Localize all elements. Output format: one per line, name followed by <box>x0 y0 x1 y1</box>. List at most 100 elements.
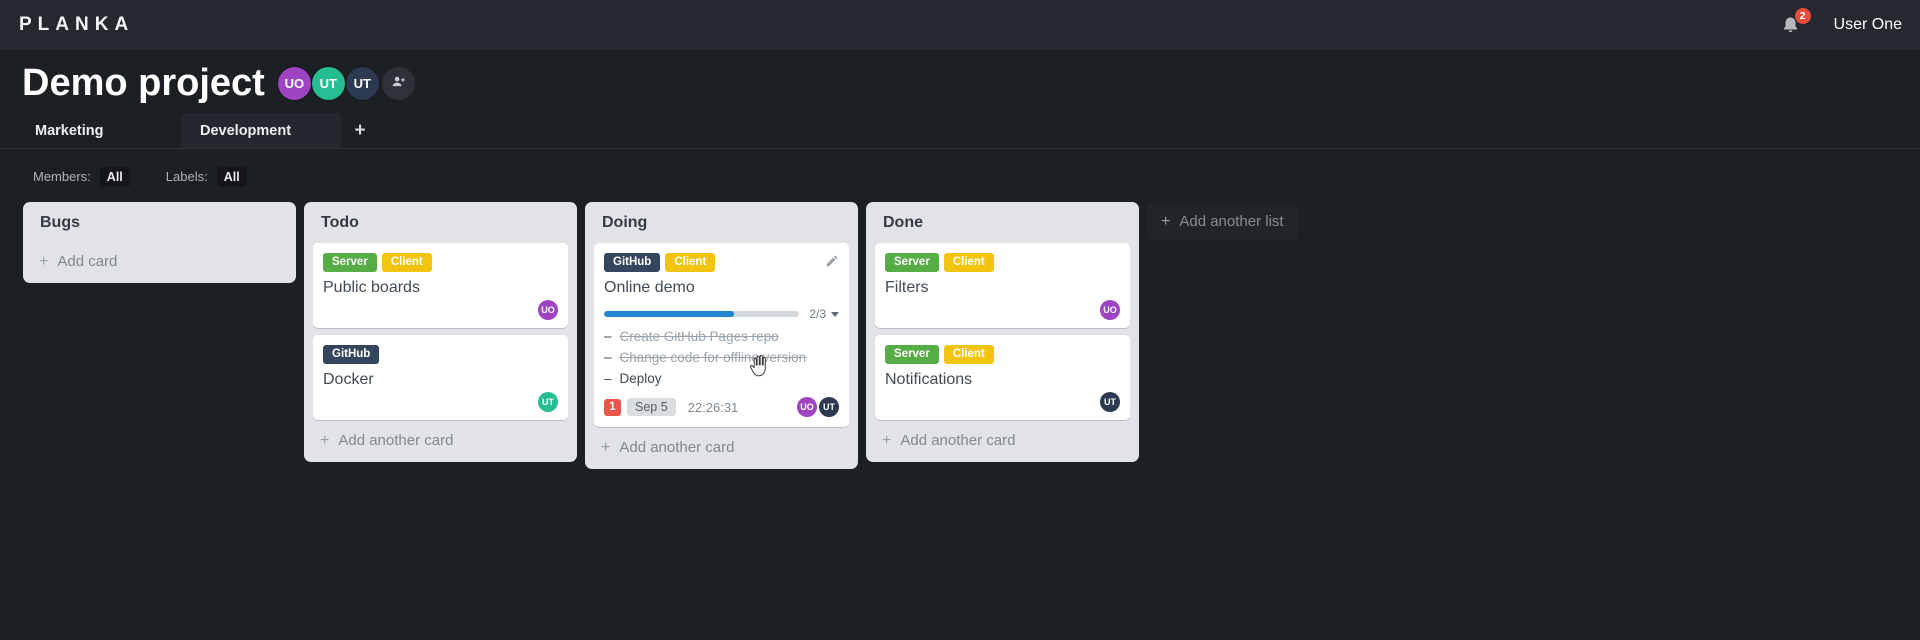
list-title[interactable]: Bugs <box>32 211 287 243</box>
add-card-button[interactable]: + Add another card <box>594 427 849 458</box>
task-list: Create GitHub Pages repoChange code for … <box>604 326 839 389</box>
member-avatar-ut[interactable]: UT <box>819 397 839 417</box>
label-server: Server <box>323 253 377 272</box>
person-add-icon <box>390 73 407 95</box>
topbar-right: 2 User One <box>1780 7 1902 37</box>
project-members: UO UT UT <box>277 67 379 100</box>
card-badges: 1 Sep 5 22:26:31 UO UT <box>604 397 839 419</box>
add-list-label: Add another list <box>1179 213 1284 230</box>
card-members: UO <box>885 300 1120 320</box>
list-title[interactable]: Todo <box>313 211 568 243</box>
card-labels: Server Client <box>885 252 1120 272</box>
list-bugs: Bugs + Add card <box>23 202 296 283</box>
list-todo: Todo Server Client Public boards UO GitHub Doc… <box>304 202 577 462</box>
labels-filter-value[interactable]: All <box>216 167 247 187</box>
tab-marketing[interactable]: Marketing <box>21 113 181 148</box>
add-member-button[interactable] <box>381 67 415 100</box>
member-avatar-uo[interactable]: UO <box>1100 300 1120 320</box>
member-avatar-ut[interactable]: UT <box>345 67 379 100</box>
add-board-button[interactable]: + <box>341 113 379 148</box>
card-labels: GitHub <box>323 344 558 364</box>
project-title[interactable]: Demo project <box>22 63 265 104</box>
card-labels: Server Client <box>323 252 558 272</box>
card-members: UO UT <box>797 397 839 417</box>
filter-bar: Members: All Labels: All <box>33 167 1920 187</box>
member-avatar-uo[interactable]: UO <box>538 300 558 320</box>
members-filter: Members: All <box>33 167 130 187</box>
member-avatar-ut[interactable]: UT <box>538 392 558 412</box>
card-notifications[interactable]: Server Client Notifications UT <box>875 335 1130 420</box>
card-labels: Server Client <box>885 344 1120 364</box>
labels-filter: Labels: All <box>165 167 247 187</box>
card-notification-badge: 1 <box>604 398 621 416</box>
tab-label: Development <box>200 122 292 139</box>
tasks-progress: 2/3 <box>604 307 839 321</box>
card-online-demo[interactable]: GitHubClient Online demo 2/3 Create GitHub … <box>594 243 849 427</box>
add-card-label: Add another card <box>338 432 454 449</box>
card-title: Notifications <box>885 371 973 388</box>
member-avatar-ut[interactable]: UT <box>311 67 345 100</box>
cards-container: Server Client Public boards UO GitHub Docker U… <box>313 243 568 420</box>
list-title[interactable]: Done <box>875 211 1130 243</box>
progress-fill <box>604 311 735 317</box>
card-title: Docker <box>323 371 374 388</box>
card-members: UT <box>885 392 1120 412</box>
add-card-label: Add another card <box>900 432 1016 449</box>
member-avatar-uo[interactable]: UO <box>797 397 817 417</box>
plus-icon: + <box>39 252 49 270</box>
task-item: Create GitHub Pages repo <box>604 326 839 347</box>
plus-icon: + <box>882 431 892 449</box>
card-public-boards[interactable]: Server Client Public boards UO <box>313 243 568 328</box>
notifications-button[interactable]: 2 <box>1780 7 1811 37</box>
task-item: Change code for offline version <box>604 347 839 368</box>
tasks-summary[interactable]: 2/3 <box>809 307 839 321</box>
plus-icon: + <box>601 438 611 456</box>
edit-card-button[interactable] <box>825 254 839 268</box>
card-docker[interactable]: GitHub Docker UT <box>313 335 568 420</box>
board: Bugs + Add card Todo Server Client Public boar… <box>0 202 1920 469</box>
add-list-button[interactable]: + Add another list <box>1147 203 1298 240</box>
plus-icon: + <box>320 431 330 449</box>
add-card-label: Add another card <box>619 439 735 456</box>
cards-container: GitHubClient Online demo 2/3 Create GitHub … <box>594 243 849 427</box>
tab-label: Marketing <box>35 122 104 139</box>
task-item: Deploy <box>604 368 839 389</box>
members-filter-value[interactable]: All <box>99 167 130 187</box>
label-github: GitHub <box>604 253 661 272</box>
labels-filter-label: Labels: <box>165 169 208 184</box>
topbar: PLANKA 2 User One <box>0 0 1920 50</box>
stopwatch-badge[interactable]: 22:26:31 <box>688 400 739 415</box>
tab-development[interactable]: Development <box>181 113 341 148</box>
member-avatar-ut[interactable]: UT <box>1100 392 1120 412</box>
label-client: Client <box>943 345 994 364</box>
list-done: Done Server Client Filters UO Server Client Not… <box>866 202 1139 462</box>
card-members: UO <box>323 300 558 320</box>
card-members: UT <box>323 392 558 412</box>
card-title: Filters <box>885 279 929 296</box>
label-client: Client <box>665 253 716 272</box>
label-client: Client <box>381 253 432 272</box>
list-title[interactable]: Doing <box>594 211 849 243</box>
card-labels: GitHub Client <box>604 252 839 272</box>
plus-icon: + <box>1161 212 1171 230</box>
cards-container: Server Client Filters UO Server Client Notific… <box>875 243 1130 420</box>
card-title: Online demo <box>604 279 695 296</box>
progress-bar <box>604 311 800 317</box>
pencil-icon <box>825 255 839 272</box>
due-date-badge[interactable]: Sep 5 <box>627 398 676 416</box>
list-doing: Doing GitHubClient Online demo 2/3 Create Gi… <box>585 202 858 469</box>
planka-logo[interactable]: PLANKA <box>19 14 134 36</box>
label-client: Client <box>943 253 994 272</box>
label-server: Server <box>885 253 939 272</box>
members-filter-label: Members: <box>33 169 91 184</box>
card-filters[interactable]: Server Client Filters UO <box>875 243 1130 328</box>
user-menu[interactable]: User One <box>1834 16 1902 34</box>
card-title: Public boards <box>323 279 420 296</box>
tasks-count: 2/3 <box>809 307 826 321</box>
chevron-down-icon <box>831 311 839 317</box>
add-card-button[interactable]: + Add another card <box>313 420 568 451</box>
member-avatar-uo[interactable]: UO <box>277 67 311 100</box>
add-card-button[interactable]: + Add another card <box>875 420 1130 451</box>
notification-count-badge: 2 <box>1794 7 1811 24</box>
add-card-button[interactable]: + Add card <box>32 243 287 272</box>
